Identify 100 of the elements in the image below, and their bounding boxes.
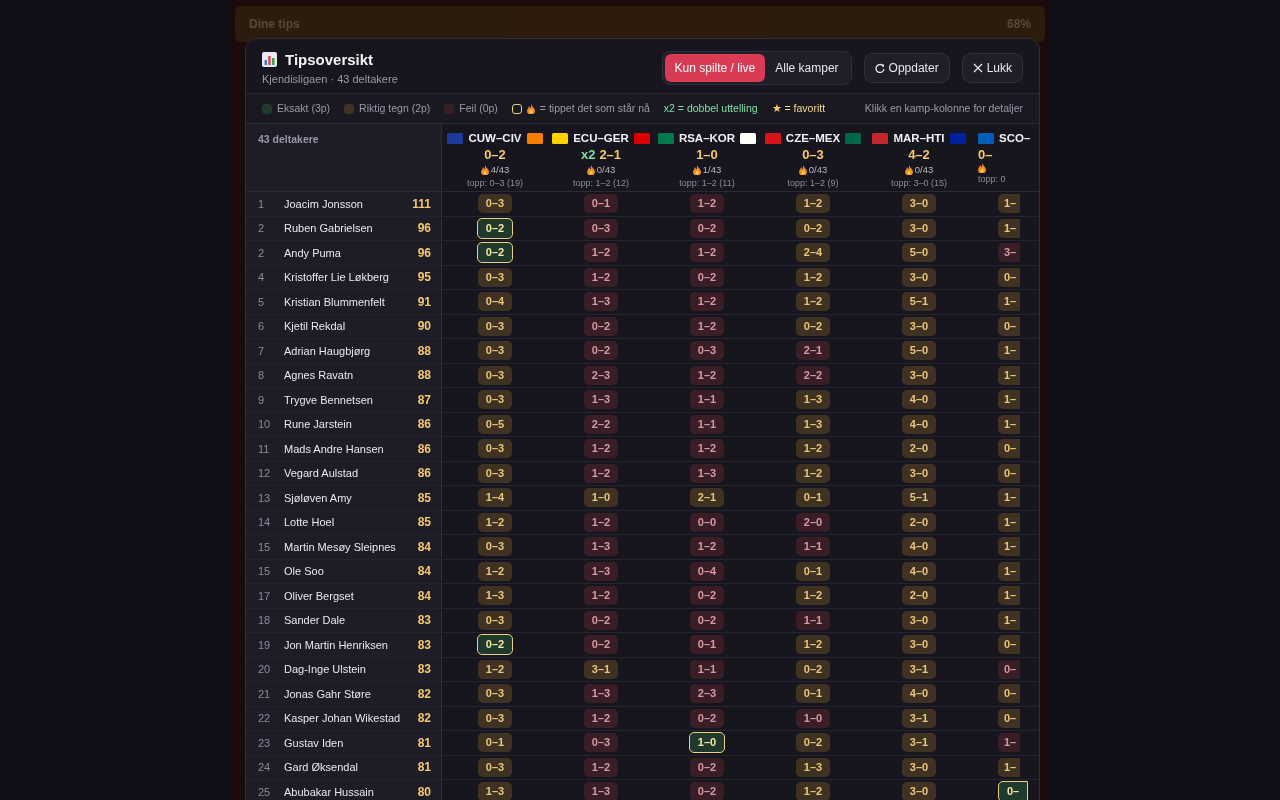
- rank-number: 8: [246, 363, 276, 387]
- points-total: 86: [406, 412, 442, 436]
- points-total: 86: [406, 461, 442, 485]
- refresh-button[interactable]: Oppdater: [863, 53, 950, 83]
- tip-score: 5–1: [902, 292, 936, 312]
- legend-hint: Klikk en kamp-kolonne for detaljer: [864, 100, 1023, 116]
- tip-score: 0–: [998, 463, 1021, 483]
- rank-number: 14: [246, 510, 276, 534]
- tip-score: 0–1: [584, 194, 618, 214]
- tip-score: 3–0: [902, 610, 936, 630]
- participant-name: Jonas Gahr Støre: [276, 682, 406, 706]
- tip-score: 1–2: [796, 194, 830, 214]
- tip-score: 0–1: [796, 684, 830, 704]
- tip-score: 1–3: [584, 292, 618, 312]
- match-column-header[interactable]: CZE–MEX 0–3 0/43 topp: 1–2 (9): [760, 124, 866, 191]
- participant-name: Ruben Gabrielsen: [276, 216, 406, 240]
- tip-score: 0–: [998, 781, 1029, 800]
- tip-score: 2–2: [584, 414, 618, 434]
- points-total: 84: [406, 584, 442, 608]
- participant-name: Joacim Jonsson: [276, 192, 406, 216]
- tip-score: 0–: [998, 635, 1021, 655]
- tip-score: 0–3: [478, 684, 512, 704]
- rank-number: 7: [246, 339, 276, 363]
- close-button[interactable]: Lukk: [961, 53, 1023, 83]
- tip-score: 5–0: [902, 341, 936, 361]
- tip-score: 0–2: [584, 341, 618, 361]
- tip-score: 0–2: [690, 267, 724, 287]
- points-total: 83: [406, 657, 442, 681]
- tip-score: 1–2: [478, 561, 512, 581]
- match-column-header[interactable]: CUW–CIV 0–2 4/43 topp: 0–3 (19): [442, 124, 548, 191]
- tip-score: 0–: [998, 439, 1021, 459]
- rank-number: 11: [246, 437, 276, 461]
- rank-number: 24: [246, 755, 276, 779]
- points-total: 80: [406, 780, 442, 800]
- modal-title: Tipsoversikt: [285, 49, 374, 70]
- points-total: 96: [406, 216, 442, 240]
- tip-score: 1–3: [584, 390, 618, 410]
- flame-icon: [480, 164, 489, 175]
- tip-score: 1–3: [584, 782, 618, 800]
- participant-name: Gustav Iden: [276, 731, 406, 755]
- tip-score: 3–0: [902, 316, 936, 336]
- tip-score: 4–0: [902, 390, 936, 410]
- filter-tab[interactable]: Alle kamper: [765, 54, 849, 82]
- tip-score: 1–: [998, 537, 1021, 557]
- filter-tab[interactable]: Kun spilte / live: [664, 54, 766, 82]
- match-column-header[interactable]: SCO– 0– topp: 0: [972, 124, 1039, 191]
- rank-number: 5: [246, 290, 276, 314]
- tip-score: 1–0: [688, 732, 726, 754]
- match-column-header[interactable]: RSA–KOR 1–0 1/43 topp: 1–2 (11): [654, 124, 760, 191]
- tip-score: 1–2: [584, 586, 618, 606]
- tip-score: 4–0: [902, 537, 936, 557]
- tip-score: 0–2: [584, 610, 618, 630]
- tip-score: 0–1: [690, 635, 724, 655]
- tip-score: 2–0: [902, 439, 936, 459]
- tip-score: 1–2: [690, 194, 724, 214]
- tip-score: 1–2: [796, 292, 830, 312]
- tip-score: 1–2: [478, 659, 512, 679]
- tip-score: 1–3: [478, 586, 512, 606]
- tip-score: 2–2: [796, 365, 830, 385]
- tip-score: 1–3: [478, 782, 512, 800]
- tip-score: 0–3: [478, 365, 512, 385]
- tip-score: 1–: [998, 561, 1021, 581]
- match-column-header[interactable]: ECU–GER x2 2–1 0/43 topp: 1–2 (12): [548, 124, 654, 191]
- rank-number: 18: [246, 608, 276, 632]
- tip-score: 1–4: [478, 488, 512, 508]
- points-total: 111: [406, 192, 442, 216]
- tip-score: 1–0: [584, 488, 618, 508]
- tip-score: 0–2: [476, 634, 514, 656]
- tip-score: 1–2: [796, 267, 830, 287]
- tip-score: 3–1: [902, 659, 936, 679]
- match-column-header[interactable]: MAR–HTI 4–2 0/43 topp: 3–0 (15): [866, 124, 972, 191]
- rank-number: 17: [246, 584, 276, 608]
- tip-score: 0–3: [478, 757, 512, 777]
- tip-score: 0–3: [478, 194, 512, 214]
- tip-score: 0–2: [690, 218, 724, 238]
- tip-score: 1–: [998, 341, 1021, 361]
- tip-score: 0–: [998, 267, 1021, 287]
- tip-score: 1–1: [690, 659, 724, 679]
- flame-icon: [904, 164, 913, 175]
- participant-name: Agnes Ravatn: [276, 363, 406, 387]
- tip-score: 3–0: [902, 782, 936, 800]
- tip-score: 1–1: [690, 414, 724, 434]
- tip-score: 1–3: [796, 414, 830, 434]
- tip-score: 0–2: [796, 659, 830, 679]
- participant-name: Vegard Aulstad: [276, 461, 406, 485]
- tip-score: 0–2: [476, 217, 514, 239]
- tip-score: 1–2: [584, 463, 618, 483]
- rank-number: 21: [246, 682, 276, 706]
- rank-number: 20: [246, 657, 276, 681]
- rank-number: 25: [246, 780, 276, 800]
- tip-score: 1–2: [796, 635, 830, 655]
- tip-score: 0–5: [478, 414, 512, 434]
- tip-score: 3–0: [902, 218, 936, 238]
- tip-score: 3–0: [902, 757, 936, 777]
- tip-score: 3–0: [902, 194, 936, 214]
- legend-label: Riktig tegn (2p): [359, 100, 431, 116]
- points-total: 86: [406, 437, 442, 461]
- points-total: 82: [406, 682, 442, 706]
- points-total: 88: [406, 363, 442, 387]
- tip-score: 2–0: [902, 586, 936, 606]
